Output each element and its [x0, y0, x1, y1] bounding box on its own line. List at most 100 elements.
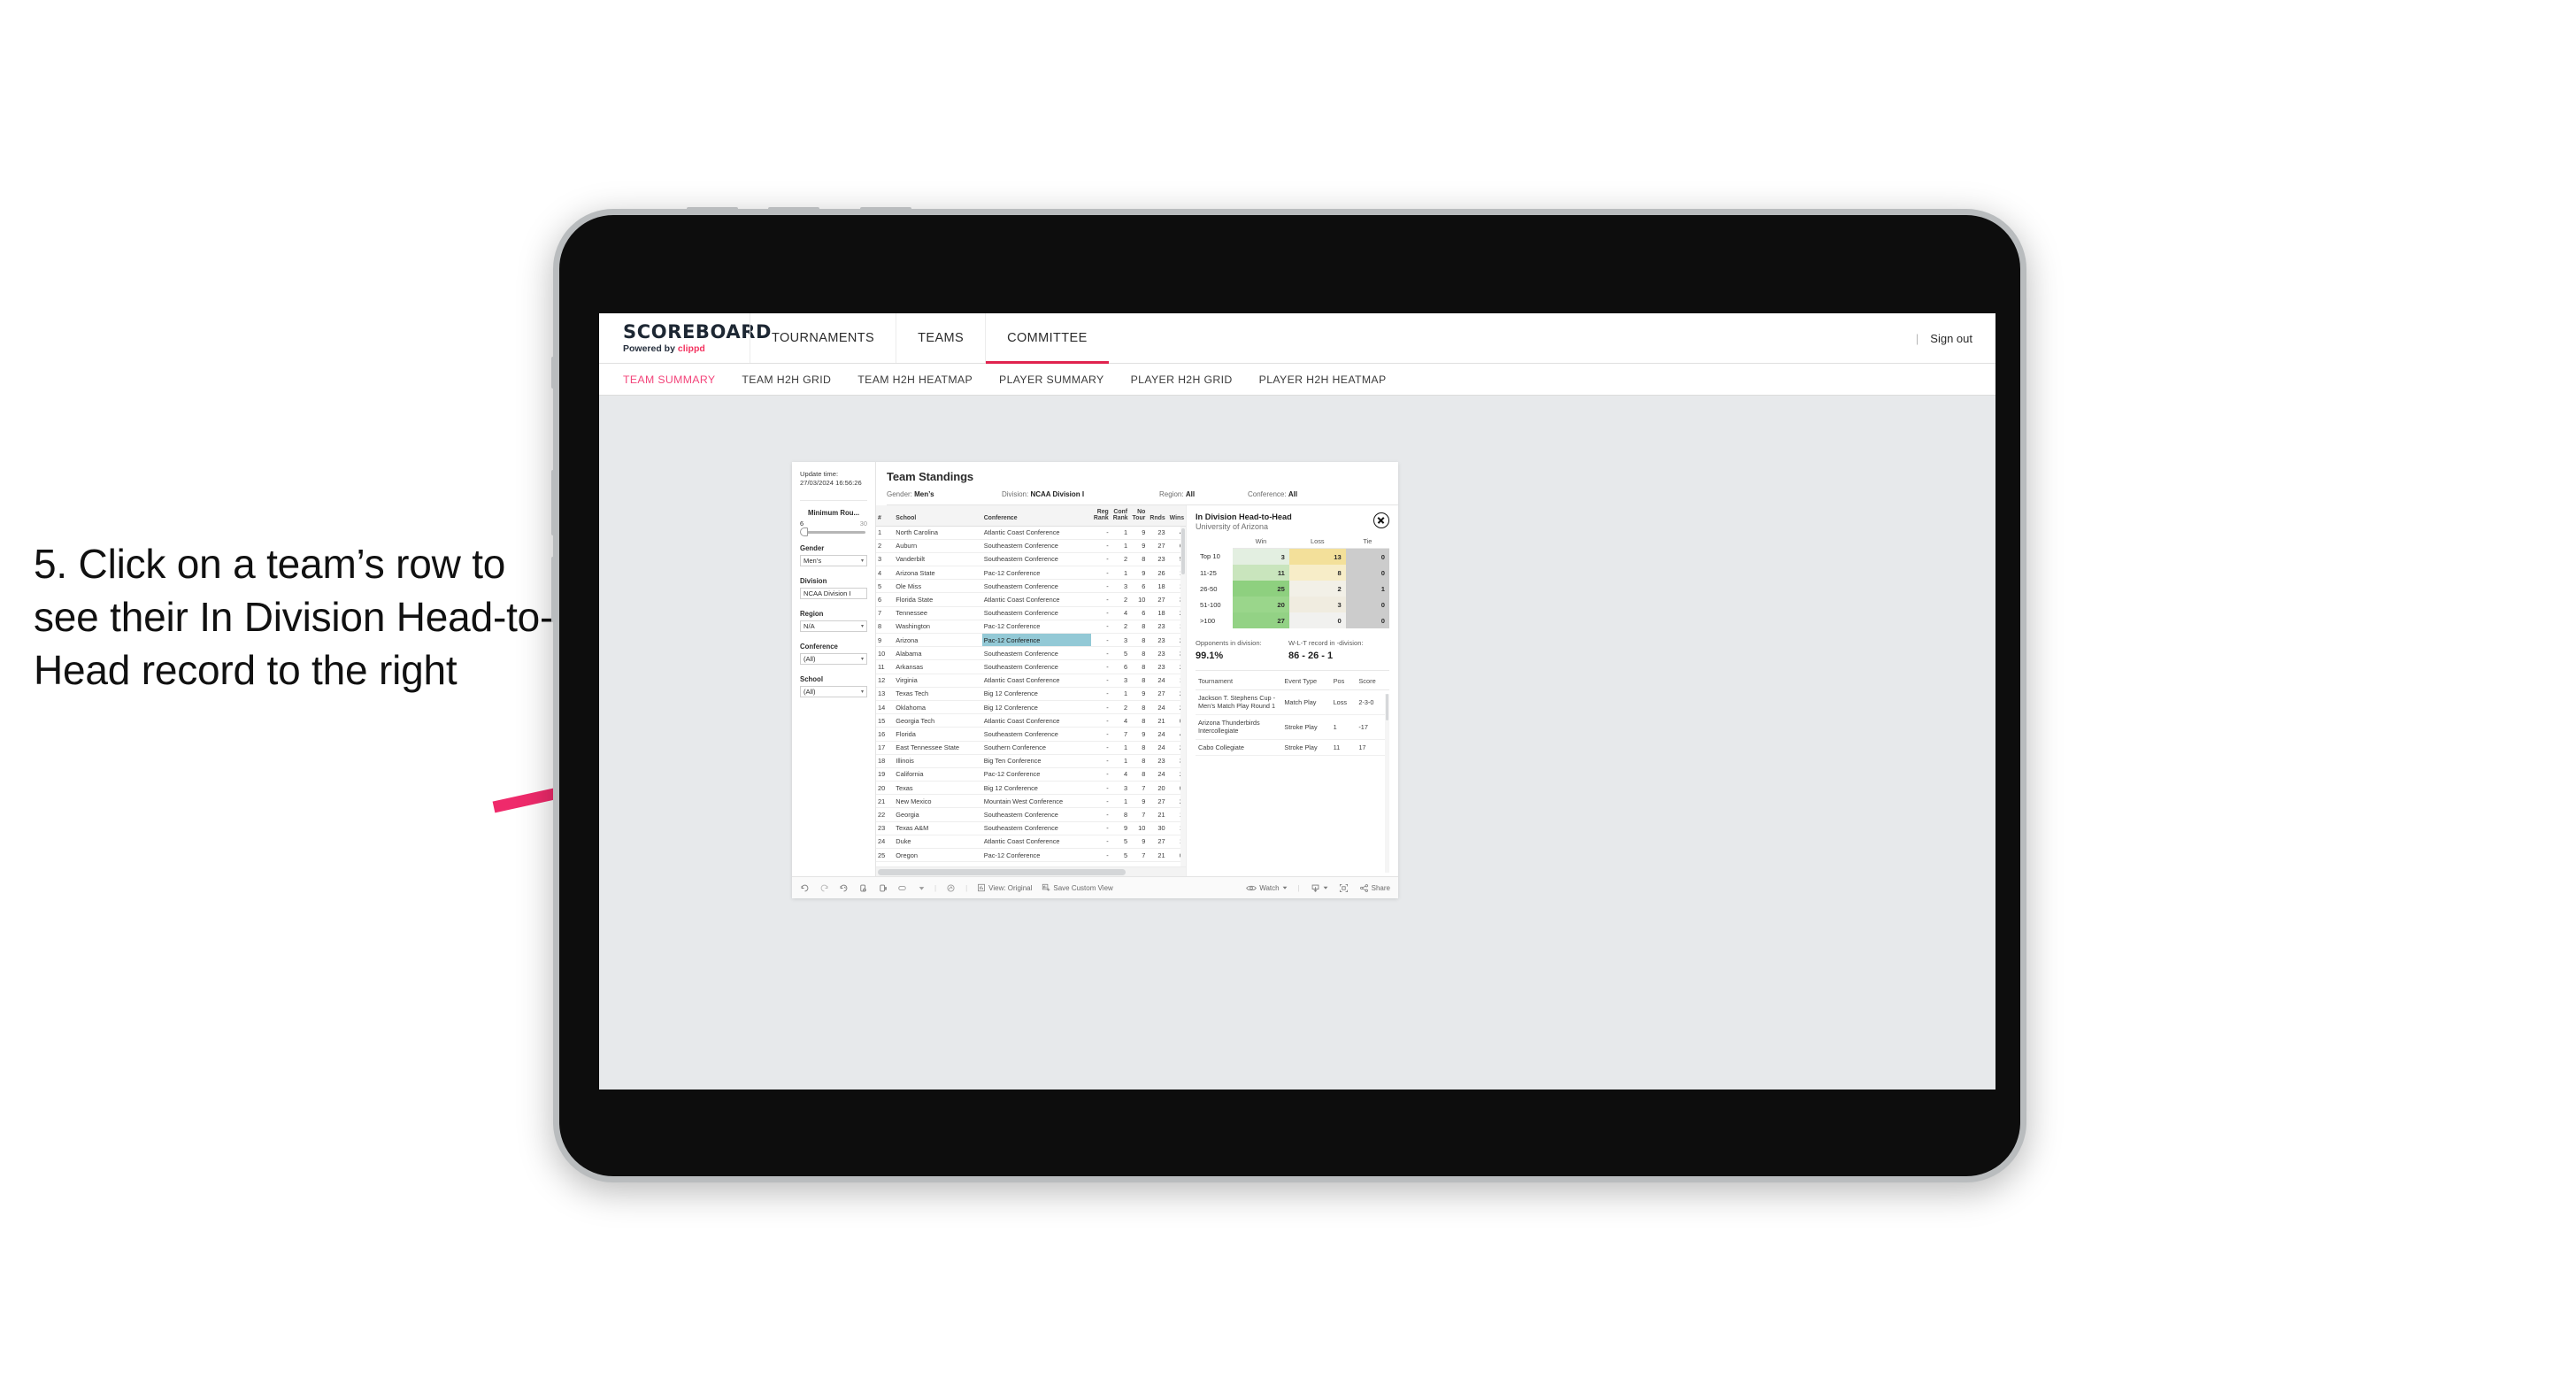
h2h-win-cell[interactable]: 20: [1233, 597, 1289, 612]
tab-player-summary[interactable]: PLAYER SUMMARY: [999, 373, 1104, 386]
view-original-button[interactable]: View: Original: [977, 883, 1032, 892]
h2h-subtitle: University of Arizona: [1196, 522, 1269, 531]
chevron-down-icon[interactable]: [919, 885, 925, 891]
scrollbar-thumb[interactable]: [1181, 527, 1185, 574]
col-wins[interactable]: Wins: [1167, 505, 1186, 527]
col-tournament[interactable]: Tournament: [1196, 673, 1282, 690]
h2h-tie-cell[interactable]: 1: [1345, 581, 1389, 597]
filter-division-select[interactable]: NCAA Division I: [800, 587, 867, 599]
revert-icon[interactable]: [839, 883, 849, 893]
h2h-loss-cell[interactable]: 3: [1288, 597, 1346, 612]
table-row[interactable]: 24DukeAtlantic Coast Conference-59271: [876, 835, 1186, 850]
filter-gender-select[interactable]: Men’s ▾: [800, 554, 867, 566]
standings-horizontal-scrollbar[interactable]: [876, 866, 1186, 876]
col-reg-rank[interactable]: Reg Rank: [1091, 505, 1111, 527]
filter-conference-select[interactable]: (All) ▾: [800, 652, 867, 665]
table-row[interactable]: 5Ole MissSoutheastern Conference-36181: [876, 579, 1186, 594]
tournament-vertical-scrollbar[interactable]: [1385, 694, 1389, 873]
filter-region-select[interactable]: N/A ▾: [800, 620, 867, 632]
table-row[interactable]: 9ArizonaPac-12 Conference-38232: [876, 633, 1186, 648]
table-row[interactable]: 14OklahomaBig 12 Conference-28242: [876, 700, 1186, 715]
h2h-loss-cell[interactable]: 2: [1288, 581, 1346, 597]
table-row[interactable]: 19CaliforniaPac-12 Conference-48242: [876, 767, 1186, 782]
h2h-win-cell[interactable]: 3: [1233, 548, 1289, 565]
table-row[interactable]: 25OregonPac-12 Conference-57210: [876, 848, 1186, 863]
table-row[interactable]: 2AuburnSoutheastern Conference-19276: [876, 539, 1186, 553]
col-no-tour[interactable]: No Tour: [1130, 505, 1149, 527]
h2h-tie-cell[interactable]: 0: [1345, 548, 1389, 565]
table-row[interactable]: 1 North Carolina Atlantic Coast Conference…: [876, 526, 1186, 540]
watch-button[interactable]: Watch: [1246, 884, 1287, 892]
save-custom-view-button[interactable]: Save Custom View: [1042, 883, 1113, 892]
table-row[interactable]: 11ArkansasSoutheastern Conference-68232: [876, 659, 1186, 674]
table-row[interactable]: 6 Florida State Atlantic Coast Conference -…: [876, 592, 1186, 607]
h2h-loss-cell[interactable]: 0: [1288, 612, 1346, 628]
nav-item-tournaments[interactable]: TOURNAMENTS: [750, 313, 896, 363]
h2h-win-cell[interactable]: 27: [1233, 612, 1289, 628]
table-row[interactable]: 8WashingtonPac-12 Conference-28231: [876, 620, 1186, 635]
standings-scroll-region[interactable]: 1 North Carolina Atlantic Coast Conference…: [876, 526, 1186, 866]
reg-rank-cell: -: [1091, 687, 1111, 701]
table-row[interactable]: 18IllinoisBig Ten Conference-18233: [876, 754, 1186, 768]
h2h-win-cell[interactable]: 11: [1233, 565, 1289, 581]
table-row[interactable]: 10AlabamaSoutheastern Conference-58233: [876, 646, 1186, 661]
slider-track[interactable]: [800, 527, 865, 536]
table-row[interactable]: 7TennesseeSoutheastern Conference-46182: [876, 606, 1186, 620]
shape-icon[interactable]: [897, 883, 909, 893]
tab-team-summary[interactable]: TEAM SUMMARY: [623, 373, 715, 386]
download-icon[interactable]: [1311, 883, 1328, 893]
scrollbar-thumb[interactable]: [1386, 694, 1388, 720]
stat-wlt-value: 86 - 26 - 1: [1288, 651, 1334, 661]
table-row[interactable]: 13Texas TechBig 12 Conference-19272: [876, 687, 1186, 701]
pause-icon[interactable]: [878, 883, 888, 893]
col-event-type[interactable]: Event Type: [1281, 673, 1331, 690]
highlight-icon[interactable]: [946, 883, 956, 893]
h2h-loss-cell[interactable]: 8: [1288, 565, 1346, 581]
tab-team-h2h-heatmap[interactable]: TEAM H2H HEATMAP: [857, 373, 973, 386]
share-button[interactable]: Share: [1359, 883, 1390, 893]
col-school[interactable]: School: [894, 505, 982, 527]
fullscreen-icon[interactable]: [1339, 883, 1349, 893]
scrollbar-thumb[interactable]: [878, 869, 1126, 875]
h2h-tie-cell[interactable]: 0: [1345, 612, 1389, 628]
tab-player-h2h-grid[interactable]: PLAYER H2H GRID: [1131, 373, 1233, 386]
table-row[interactable]: 22GeorgiaSoutheastern Conference-87211: [876, 807, 1186, 822]
slider-handle[interactable]: [800, 527, 808, 536]
h2h-tie-cell[interactable]: 0: [1345, 597, 1389, 612]
h2h-win-cell[interactable]: 25: [1233, 581, 1289, 597]
nav-item-committee[interactable]: COMMITTEE: [985, 313, 1109, 364]
redo-icon[interactable]: [819, 883, 829, 893]
table-row[interactable]: 4Arizona StatePac-12 Conference-19261: [876, 566, 1186, 581]
table-row[interactable]: 3VanderbiltSoutheastern Conference-28235: [876, 552, 1186, 567]
col-conference[interactable]: Conference: [981, 505, 1092, 527]
table-row[interactable]: 16FloridaSoutheastern Conference-79244: [876, 727, 1186, 742]
standings-vertical-scrollbar[interactable]: [1180, 526, 1186, 866]
col-pos[interactable]: Pos: [1330, 673, 1357, 690]
table-row[interactable]: 21 New Mexico Mountain West Conference -1 9 2…: [876, 794, 1186, 809]
h2h-loss-cell[interactable]: 13: [1288, 548, 1346, 565]
tab-team-h2h-grid[interactable]: TEAM H2H GRID: [742, 373, 831, 386]
col-conf-rank[interactable]: Conf Rank: [1111, 505, 1131, 527]
table-row[interactable]: 17 East Tennessee State Southern Conferenc…: [876, 741, 1186, 755]
school-cell: New Mexico: [894, 794, 982, 809]
table-row[interactable]: Arizona Thunderbirds Intercollegiate Stro…: [1196, 714, 1389, 740]
filter-school-select[interactable]: (All) ▾: [800, 685, 867, 697]
close-icon[interactable]: [1373, 512, 1389, 528]
signout-link[interactable]: Sign out: [1930, 332, 1972, 345]
nav-item-teams[interactable]: TEAMS: [896, 313, 985, 363]
no-tour-cell: 8: [1130, 620, 1149, 635]
undo-icon[interactable]: [800, 883, 810, 893]
table-row[interactable]: 15 Georgia Tech Atlantic Coast Conference -…: [876, 713, 1186, 728]
table-row[interactable]: 20TexasBig 12 Conference-37200: [876, 781, 1186, 796]
table-row[interactable]: Cabo Collegiate Stroke Play 11 17: [1196, 739, 1389, 757]
table-row[interactable]: 23 Texas A&M Southeastern Conference -9 10 30…: [876, 821, 1186, 835]
h2h-tie-cell[interactable]: 0: [1345, 565, 1389, 581]
refresh-icon[interactable]: [858, 883, 868, 893]
app-logo[interactable]: SCOREBOARD Powered by clippd: [599, 313, 771, 363]
col-rnds[interactable]: Rnds: [1148, 505, 1168, 527]
col-score[interactable]: Score: [1356, 673, 1389, 690]
col-rank[interactable]: #: [876, 505, 895, 527]
tab-player-h2h-heatmap[interactable]: PLAYER H2H HEATMAP: [1259, 373, 1387, 386]
table-row[interactable]: 12 Virginia Atlantic Coast Conference -3 8 24…: [876, 674, 1186, 688]
table-row[interactable]: Jackson T. Stephens Cup - Men’s Match Pl…: [1196, 689, 1389, 715]
